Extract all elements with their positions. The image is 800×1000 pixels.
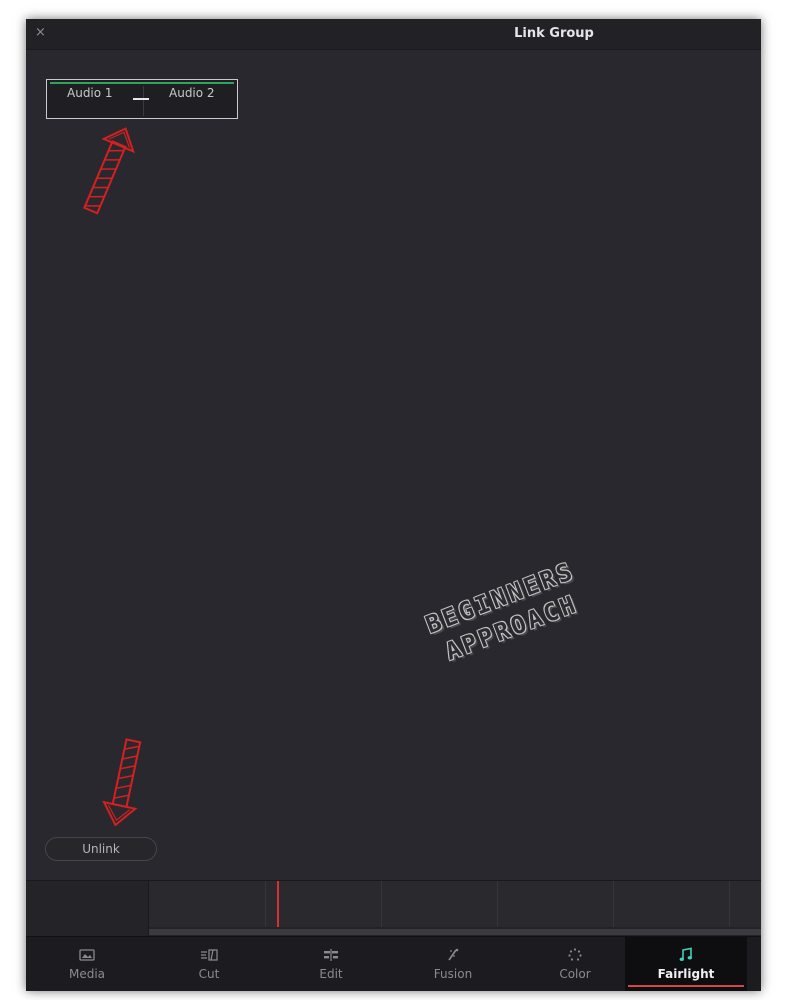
link-status-bar [50, 82, 234, 84]
page-nav-bar: Media Cut Edit Fusion Color Fairlight [26, 936, 761, 991]
nav-color-label: Color [559, 967, 591, 981]
edit-icon [322, 947, 340, 963]
timeline-track[interactable] [149, 881, 761, 927]
grid-line [497, 881, 498, 927]
timeline-scrollbar[interactable] [149, 929, 761, 935]
active-tab-underline [628, 985, 744, 987]
nav-edit[interactable]: Edit [270, 937, 392, 991]
nav-cut[interactable]: Cut [148, 937, 270, 991]
track-header [26, 881, 149, 937]
color-icon [566, 947, 584, 963]
grid-line [381, 881, 382, 927]
nav-fairlight[interactable]: Fairlight [625, 937, 747, 991]
grid-line [613, 881, 614, 927]
nav-color[interactable]: Color [514, 937, 636, 991]
nav-fairlight-label: Fairlight [657, 967, 715, 981]
media-icon [78, 947, 96, 963]
grid-line [265, 881, 266, 927]
nav-fusion-label: Fusion [433, 967, 473, 981]
channel-divider [143, 86, 144, 116]
window-title: Link Group [514, 26, 594, 41]
unlink-button[interactable]: Unlink [45, 837, 157, 861]
cut-icon [200, 947, 218, 963]
nav-media[interactable]: Media [26, 937, 148, 991]
audio-2-label: Audio 2 [169, 86, 215, 100]
nav-fusion[interactable]: Fusion [392, 937, 514, 991]
fairlight-icon [677, 947, 695, 963]
link-indicator-icon [133, 98, 149, 100]
nav-cut-label: Cut [198, 967, 220, 981]
fusion-icon [444, 947, 462, 963]
grid-line [729, 881, 730, 927]
mini-timeline[interactable] [26, 880, 761, 937]
nav-edit-label: Edit [319, 967, 343, 981]
watermark: BEGINNERS APPROACH [373, 536, 659, 741]
audio-1-label: Audio 1 [67, 86, 113, 100]
nav-media-label: Media [68, 967, 106, 981]
link-group-window: × Link Group Audio 1 Audio 2 Unlink BEGI… [26, 19, 761, 991]
close-icon[interactable]: × [35, 25, 46, 41]
title-bar: × Link Group [26, 19, 761, 50]
playhead[interactable] [277, 881, 279, 927]
link-group-box[interactable]: Audio 1 Audio 2 [46, 79, 238, 119]
